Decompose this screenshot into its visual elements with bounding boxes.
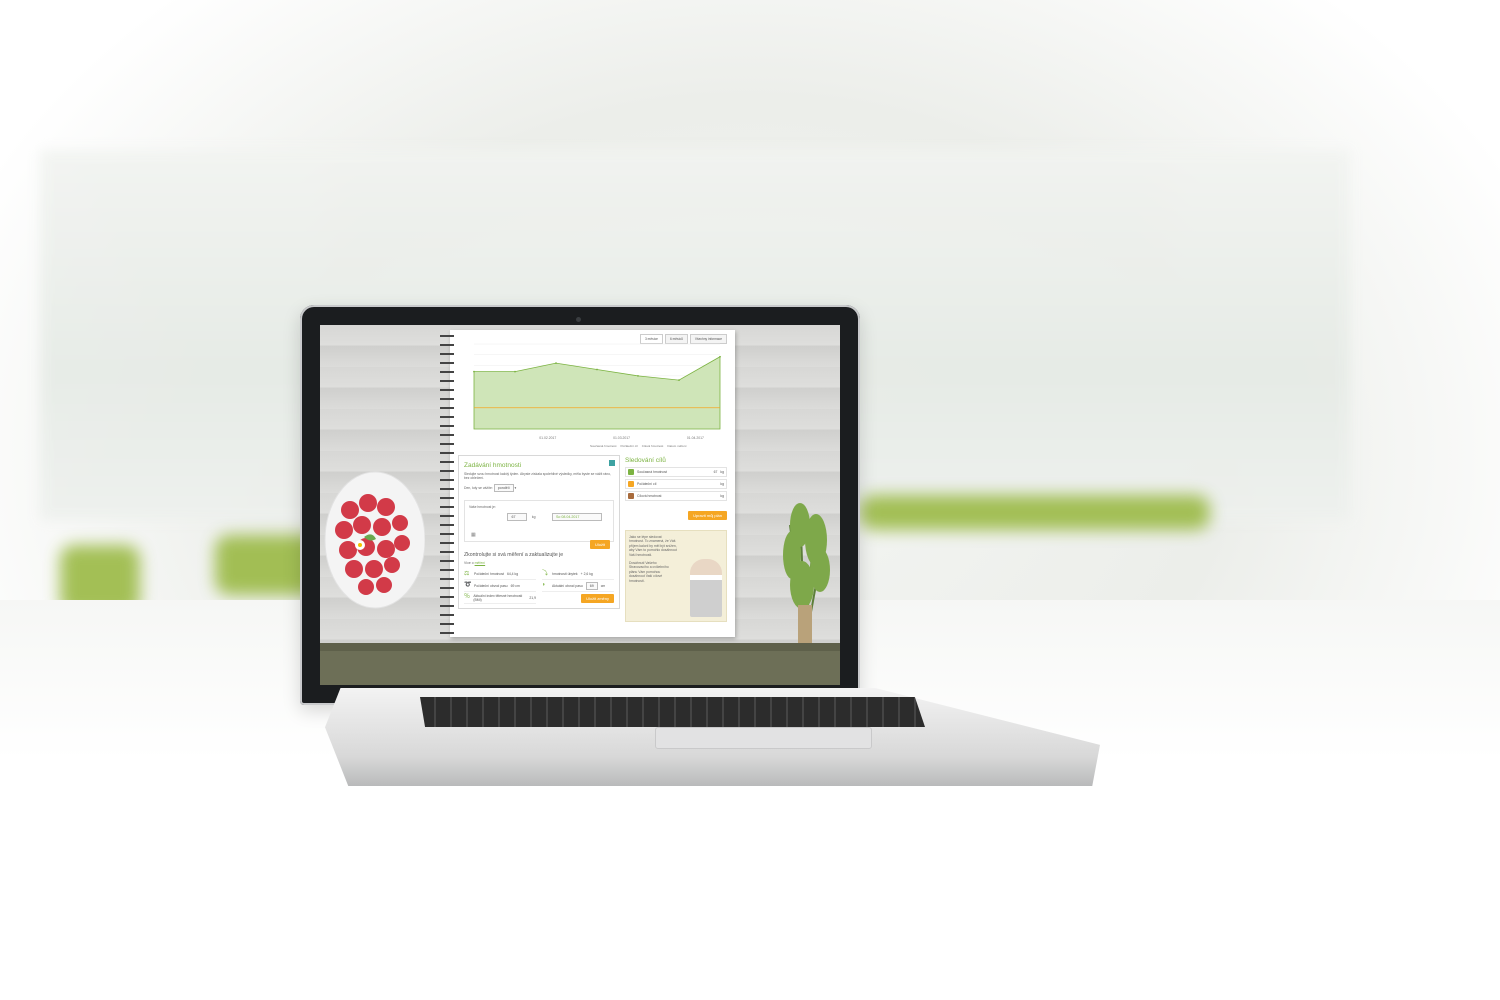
data-point [473, 370, 475, 373]
measure-label: Aktuální obvod pasu [552, 583, 583, 588]
x-tick-label: 01.03.2017 [613, 436, 630, 440]
measure-unit: cm [600, 583, 606, 588]
weight-chart: 01.02.2017 01.03.2017 01.04.2017 [473, 343, 721, 440]
chevron-down-icon: ▾ [514, 485, 517, 490]
series-area-current-weight [473, 356, 721, 430]
goal-color-swatch [628, 469, 634, 475]
measure-label: Počáteční hmotnost [474, 572, 504, 577]
notebook-page: 3 měsíce 6 měsíců Všechny informace 01.0… [440, 330, 735, 637]
goal-color-swatch [628, 481, 634, 487]
goal-row: Cílová hmotnost kg [625, 491, 727, 501]
data-point [719, 355, 721, 358]
spiral-binding [440, 330, 454, 637]
measure-item: ％ Aktuální index tělesné hmotnosti (BMI)… [464, 594, 536, 604]
measure-label: hmotnosti úbytek [552, 572, 578, 577]
data-point [555, 362, 557, 365]
edit-plan-button[interactable]: Upravit můj plán [688, 511, 727, 520]
save-changes-button[interactable]: Uložit změny [581, 593, 614, 603]
more-prefix: Více o [464, 561, 474, 566]
measure-item: ⤵ hmotnosti úbytek + 2,6 kg [542, 571, 614, 580]
goal-unit: kg [720, 470, 724, 474]
measure-value: 21,9 [529, 595, 536, 600]
weight-intro: Sledujte svou hmotnost každý týden. Abys… [464, 472, 611, 481]
goal-tracking-panel: Sledování cílů Současná hmotnost 67 kg P… [625, 455, 727, 622]
measure-item: ◗ Aktuální obvod pasu 69 cm [542, 581, 614, 592]
legend-item: Cílová hmotnost [641, 444, 664, 448]
measures-grid: ⚖ Počáteční hmotnost 64,4 kg ⤵ hmotnosti… [464, 571, 614, 604]
goal-label: Počáteční cíl [637, 482, 657, 486]
weight-label: Vaše hmotnost je: [469, 505, 496, 510]
goal-color-swatch [628, 493, 634, 499]
data-point [514, 370, 516, 373]
measure-item: ⚖ Počáteční hmotnost 64,4 kg [464, 571, 536, 580]
goal-unit: kg [720, 494, 724, 498]
calendar-icon[interactable]: ▦ [471, 532, 476, 538]
info-icon[interactable] [609, 460, 615, 466]
trainer-text: Dosáhnutí Vašeho Stravovacího a cvičební… [629, 561, 669, 583]
measures-title: Zkontrolujte si svá měření a zaktualizuj… [464, 552, 564, 559]
measure-value: 69 cm [510, 583, 520, 588]
measure-label: Aktuální index tělesné hmotnosti (BMI) [473, 593, 523, 602]
camera-icon [576, 317, 581, 322]
data-point [637, 374, 639, 377]
trainer-card: Jako se lépe sledovat hmotnost. To zname… [625, 530, 727, 622]
scale-icon: ⚖ [464, 570, 470, 577]
goal-label: Současná hmotnost [637, 470, 667, 474]
waist-input[interactable]: 69 [585, 581, 598, 590]
goal-tracking-title: Sledování cílů [625, 457, 666, 464]
measure-label: Počáteční obvod pasu [474, 583, 508, 588]
weight-form: Vaše hmotnost je: 67 kg So 08.04.2017 ▦ … [464, 500, 614, 550]
legend-item: Počáteční cíl [620, 444, 638, 448]
date-input[interactable]: So 08.04.2017 [551, 513, 602, 522]
footer-band [320, 643, 840, 685]
measure-value: 64,4 kg [506, 572, 519, 577]
goal-row: Současná hmotnost 67 kg [625, 467, 727, 477]
goal-label: Cílová hmotnost [637, 494, 662, 498]
weight-entry-panel: Zadávání hmotnosti Sledujte svou hmotnos… [458, 455, 620, 609]
goal-value: 67 [713, 470, 718, 474]
trackpad [655, 727, 872, 749]
keyboard [420, 697, 925, 727]
measure-item: ➰ Počáteční obvod pasu 69 cm [464, 582, 536, 592]
data-point [678, 379, 680, 382]
trainer-text: Jako se lépe sledovat hmotnost. To zname… [629, 535, 677, 557]
measure-value: + 2,6 kg [580, 572, 593, 577]
legend-item: Datum měření [667, 444, 687, 448]
save-weight-button[interactable]: Uložit [589, 540, 610, 550]
trend-icon: ⤵ [542, 570, 549, 577]
measures-link[interactable]: měření [475, 561, 486, 565]
weight-input[interactable]: 67 [507, 513, 528, 522]
tape-icon: ➰ [464, 582, 472, 589]
trainer-avatar [690, 559, 722, 617]
bmi-icon: ％ [464, 594, 471, 601]
data-point [596, 368, 598, 371]
weigh-day-select[interactable]: pondělí [493, 483, 514, 493]
background-chair [860, 495, 1210, 530]
laptop-screen: 3 měsíce 6 měsíců Všechny informace 01.0… [320, 325, 840, 685]
waist-icon: ◗ [542, 582, 546, 589]
weigh-day-label: Den, kdy se vážíte: [464, 485, 493, 490]
weight-entry-title: Zadávání hmotnosti [464, 462, 522, 469]
goal-unit: kg [720, 482, 724, 486]
raspberry-bowl-image [324, 471, 425, 609]
x-tick-label: 01.04.2017 [687, 436, 704, 440]
x-tick-label: 01.02.2017 [539, 436, 556, 440]
goal-row: Počáteční cíl kg [625, 479, 727, 489]
herbs-image [783, 503, 830, 645]
weight-unit: kg [531, 515, 536, 520]
chart-legend: Současná hmotnost Počáteční cíl Cílová h… [590, 444, 686, 448]
legend-item: Současná hmotnost [590, 444, 617, 448]
